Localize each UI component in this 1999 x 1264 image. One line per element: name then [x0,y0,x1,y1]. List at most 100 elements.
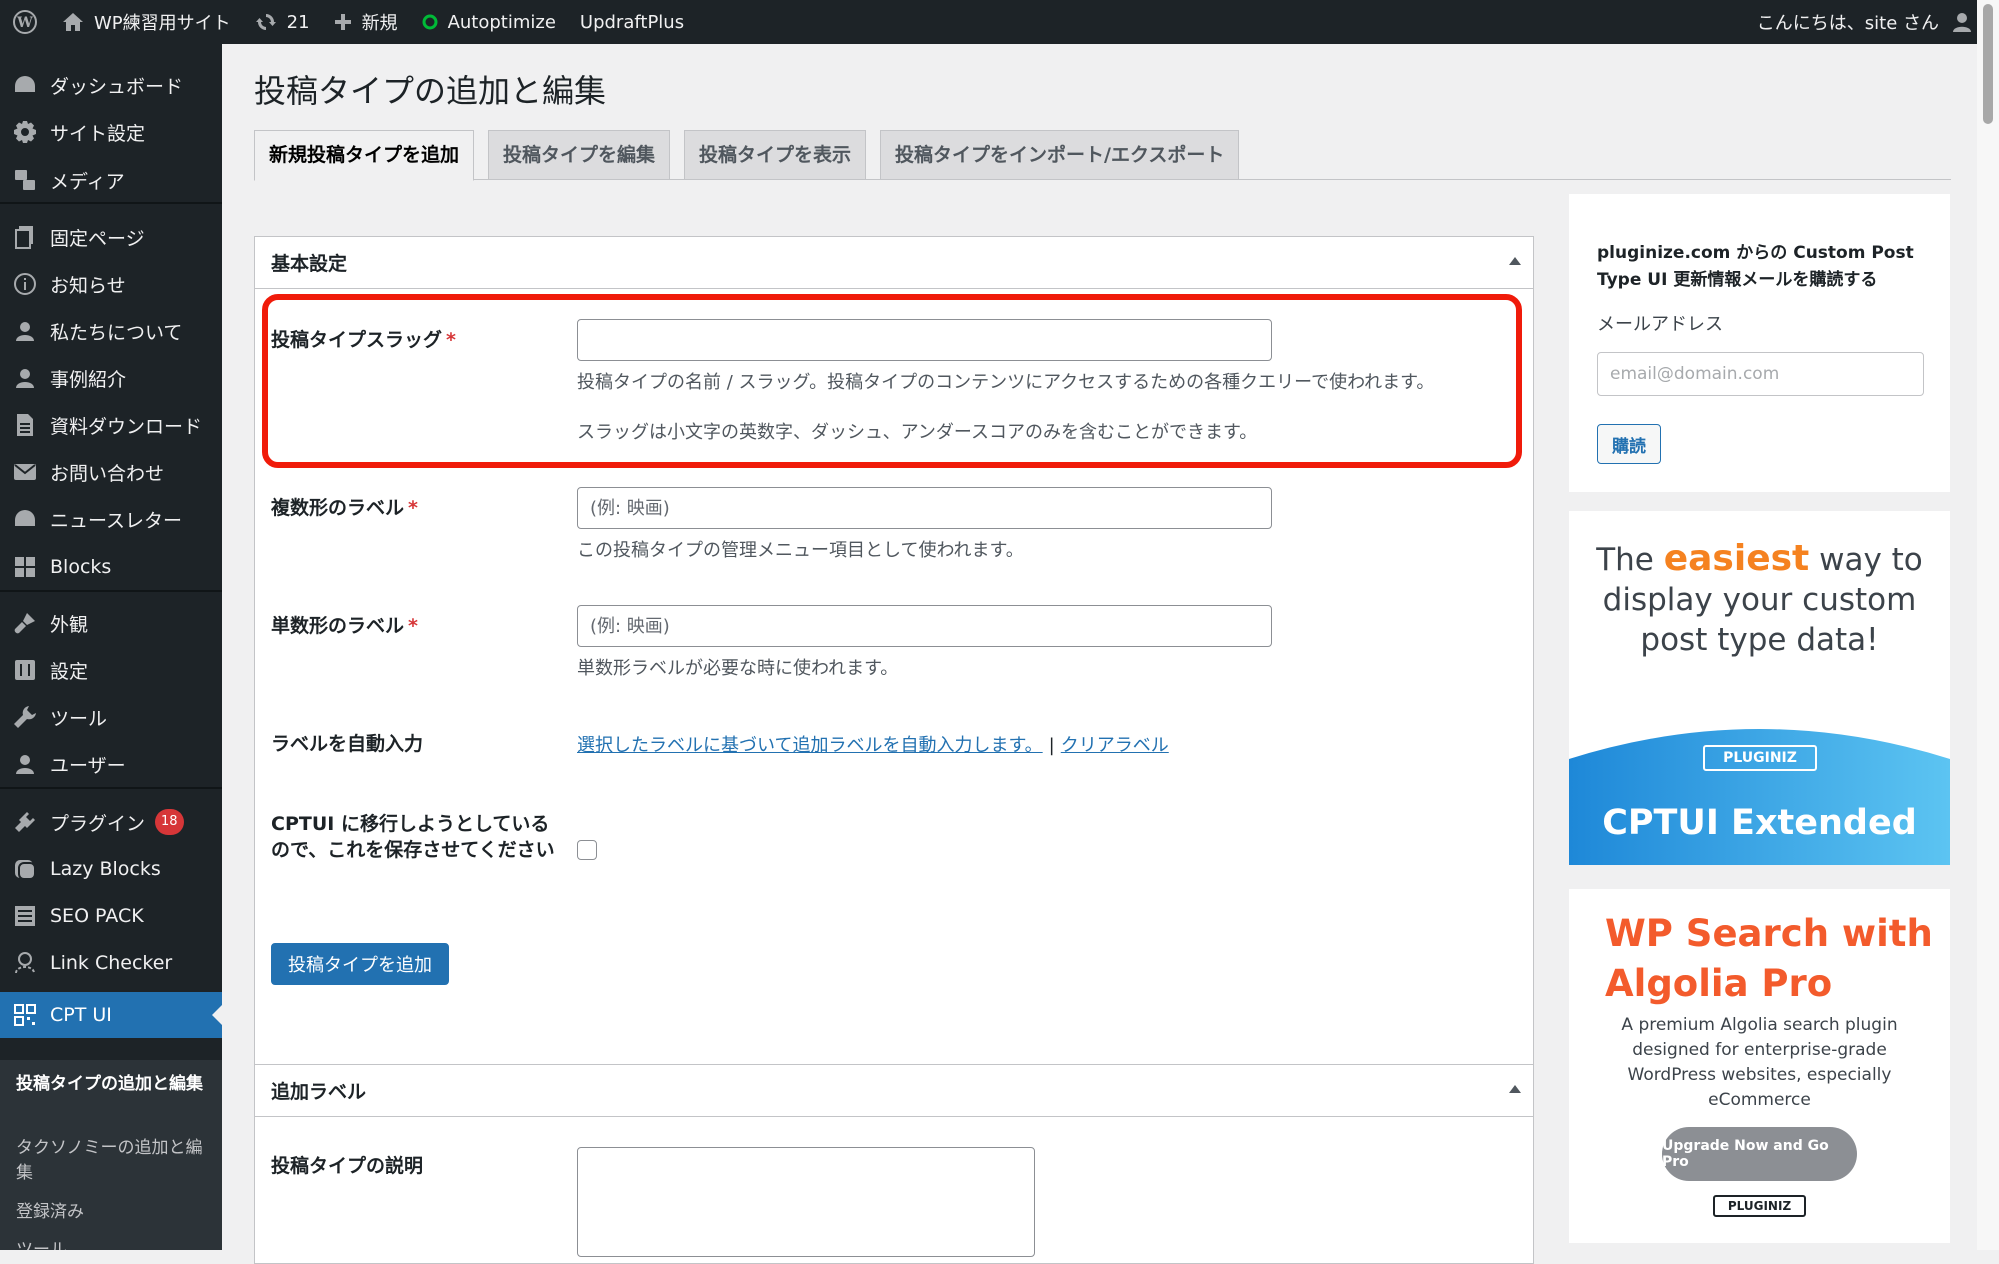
tab-import-export[interactable]: 投稿タイプをインポート/エクスポート [880,130,1240,180]
status-circle-icon [422,14,438,30]
menu-separator [0,590,222,592]
sidebar-item-users[interactable]: ユーザー [0,741,222,787]
media-icon [0,168,50,192]
sidebar-item-news[interactable]: お知らせ [0,261,222,307]
sidebar-item-appearance[interactable]: 外観 [0,600,222,646]
migrate-checkbox[interactable] [577,840,597,860]
sidebar-item-cpt-ui[interactable]: CPT UI [0,992,222,1038]
wrench-icon [0,705,50,729]
pluginize-logo: PLUGINIZ [1703,745,1817,771]
panel-title: 基本設定 [271,253,348,275]
cptui-extended-ad[interactable]: The easiest way to display your custom p… [1569,511,1950,865]
submenu-tools[interactable]: ツール [16,1238,206,1250]
sidebar-item-label: お問い合わせ [50,462,165,485]
autoptimize-link[interactable]: Autoptimize [410,0,568,44]
panel-title: 追加ラベル [271,1081,367,1103]
slug-description: 投稿タイプの名前 / スラッグ。投稿タイプのコンテンツにアクセスするための各種ク… [577,372,1435,393]
slug-rules-description: スラッグは小文字の英数字、ダッシュ、アンダースコアのみを含むことができます。 [577,422,1258,443]
additional-labels-header[interactable]: 追加ラベル [255,1065,1533,1117]
updates-link[interactable]: 21 [243,0,322,44]
email-label: メールアドレス [1597,314,1723,335]
sidebar-item-settings[interactable]: 設定 [0,647,222,693]
menu-separator [0,787,222,789]
blocks-icon [0,556,50,578]
sidebar-item-label: 固定ページ [50,227,145,250]
sidebar-item-label: SEO PACK [50,905,144,927]
sidebar-item-label: Lazy Blocks [50,858,161,880]
subscribe-button[interactable]: 購読 [1597,424,1661,464]
sidebar-item-label: 資料ダウンロード [50,415,203,438]
sidebar-item-downloads[interactable]: 資料ダウンロード [0,402,222,448]
subscribe-title: pluginize.com からの Custom Post Type UI 更新… [1597,243,1914,290]
sidebar-item-about[interactable]: 私たちについて [0,308,222,354]
upgrade-button[interactable]: Upgrade Now and Go Pro [1662,1127,1857,1181]
sidebar-item-contact[interactable]: お問い合わせ [0,449,222,495]
dashboard-icon [0,74,50,96]
autofill-label: ラベルを自動入力 [271,733,424,755]
sidebar-item-tools[interactable]: ツール [0,694,222,740]
autofill-labels-link[interactable]: 選択したラベルに基づいて追加ラベルを自動入力します。 [577,735,1043,756]
sidebar-item-label: CPT UI [50,1004,112,1026]
ad-brand-name: CPTUI Extended [1602,803,1917,843]
updates-count: 21 [286,11,310,33]
add-post-type-button[interactable]: 投稿タイプを追加 [271,943,449,985]
my-account-link[interactable]: こんにちは、site さん [1745,0,1999,44]
sidebar-item-media[interactable]: メディア [0,157,222,203]
singular-label-input[interactable] [577,605,1272,647]
email-input[interactable] [1597,352,1924,396]
new-content-link[interactable]: 新規 [322,0,410,44]
basic-settings-header[interactable]: 基本設定 [255,237,1533,289]
sidebar-item-label: Link Checker [50,952,173,974]
sidebar-item-plugins[interactable]: プラグイン 18 [0,799,222,845]
sidebar-item-dashboard[interactable]: ダッシュボード [0,62,222,108]
dashboard-icon [0,508,50,530]
clear-labels-link[interactable]: クリアラベル [1061,735,1169,756]
tab-add-new-post-type[interactable]: 新規投稿タイプを追加 [254,130,475,181]
home-icon [63,13,83,31]
sidebar-item-newsletter[interactable]: ニュースレター [0,496,222,542]
wordpress-logo-button[interactable]: W [0,0,50,44]
sidebar-item-blocks[interactable]: Blocks [0,544,222,590]
lazyblocks-icon [0,858,50,880]
submenu-registered[interactable]: 登録済み [16,1200,206,1225]
sidebar-item-label: ダッシュボード [50,75,184,98]
post-type-slug-input[interactable] [577,319,1272,361]
site-name: WP練習用サイト [94,13,231,34]
plus-icon [334,14,351,30]
ad-title: WP Search with Algolia Pro [1605,912,1933,1005]
tab-view-post-types[interactable]: 投稿タイプを表示 [684,130,867,180]
settings-icon [0,659,50,681]
collapse-arrow-icon[interactable] [1509,257,1521,265]
collapse-arrow-icon[interactable] [1509,1085,1521,1093]
sidebar-item-cases[interactable]: 事例紹介 [0,355,222,401]
page-scrollbar[interactable] [1977,0,1999,1250]
scrollbar-thumb[interactable] [1983,4,1993,124]
sidebar-item-label: プラグイン [50,812,146,835]
site-name-link[interactable]: WP練習用サイト [50,0,243,44]
sidebar-item-link-checker[interactable]: Link Checker [0,940,222,986]
plural-label-input[interactable] [577,487,1272,529]
brush-icon [0,611,50,635]
sidebar-item-lazy-blocks[interactable]: Lazy Blocks [0,846,222,892]
migrate-label: CPTUI に移行しようとしているので、これを保存させてください [271,813,555,861]
post-type-description-textarea[interactable] [577,1147,1035,1257]
submenu-add-edit-taxonomies[interactable]: タクソノミーの追加と編集 [16,1136,206,1186]
description-label: 投稿タイプの説明 [271,1155,424,1177]
tab-edit-post-types[interactable]: 投稿タイプを編集 [488,130,671,180]
sidebar-item-site-settings[interactable]: サイト設定 [0,109,222,155]
updraftplus-label: UpdraftPlus [579,11,685,33]
slug-label: 投稿タイプスラッグ * [271,329,456,351]
algolia-pro-ad[interactable]: WP Search with Algolia Pro A premium Alg… [1569,889,1950,1243]
submenu-add-edit-post-types[interactable]: 投稿タイプの追加と編集 [16,1072,206,1097]
updraftplus-link[interactable]: UpdraftPlus [568,0,696,44]
admin-bar: W WP練習用サイト 21 新規 Autoptimize UpdraftPlus… [0,0,1999,44]
additional-labels-panel: 追加ラベル 投稿タイプの説明 [254,1064,1534,1264]
pages-icon [0,225,50,249]
sidebar-item-label: 私たちについて [50,321,183,344]
sidebar-item-pages[interactable]: 固定ページ [0,214,222,260]
sidebar-item-label: Blocks [50,556,112,578]
singular-description: 単数形ラベルが必要な時に使われます。 [577,658,899,679]
sidebar-item-seo-pack[interactable]: SEO PACK [0,893,222,939]
page-title: 投稿タイプの追加と編集 [254,72,607,110]
wordpress-icon: W [13,10,37,34]
